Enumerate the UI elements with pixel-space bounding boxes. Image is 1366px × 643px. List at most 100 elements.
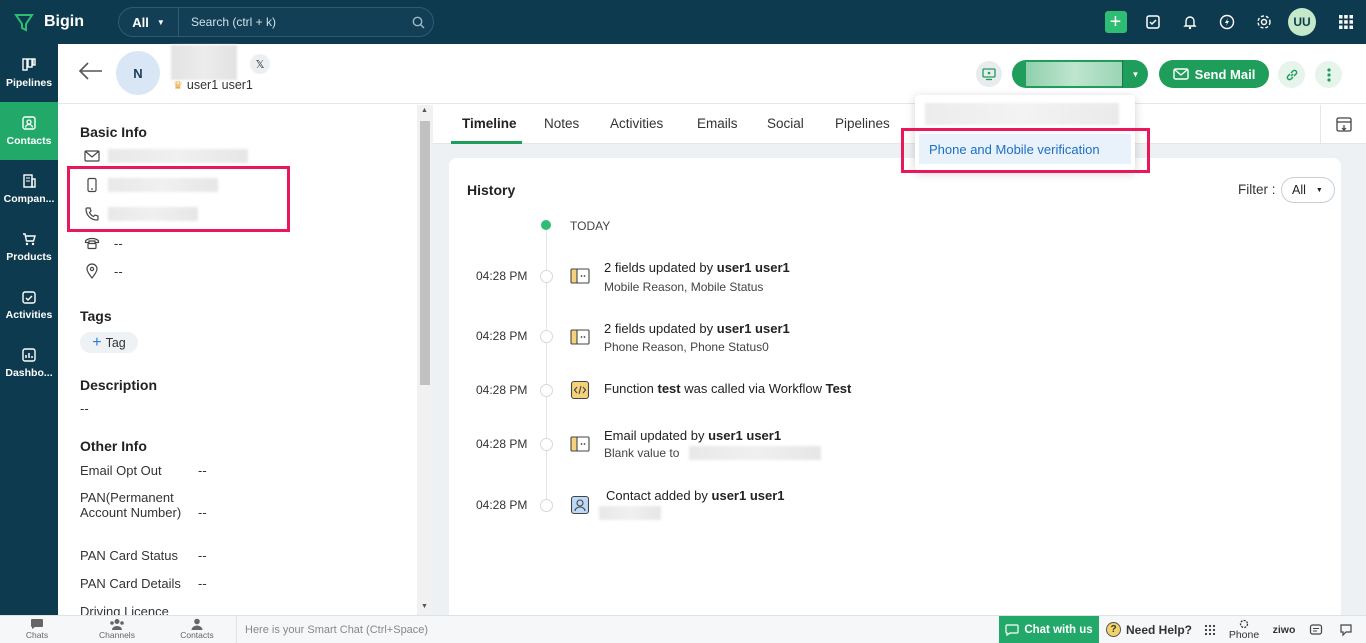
contacts-chat-button[interactable]: Contacts bbox=[167, 618, 227, 640]
contacts-icon bbox=[22, 116, 36, 130]
owner-name: user1 user1 bbox=[186, 78, 253, 92]
send-mail-button[interactable]: Send Mail bbox=[1159, 60, 1269, 88]
entry-text: 2 fields updated by user1 user1 bbox=[604, 260, 790, 275]
more-options-button[interactable] bbox=[1315, 61, 1342, 88]
customize-tabs-button[interactable] bbox=[1320, 105, 1366, 144]
field-update-icon bbox=[569, 326, 591, 348]
tab-timeline[interactable]: Timeline bbox=[462, 116, 517, 131]
scrollbar-thumb[interactable] bbox=[420, 121, 430, 385]
link-icon bbox=[1286, 69, 1297, 80]
top-right-actions: + UU bbox=[1097, 0, 1366, 44]
chat-bubble-icon bbox=[31, 619, 43, 629]
entry-text: Contact added by user1 user1 bbox=[606, 488, 785, 503]
contacts-label: Contacts bbox=[180, 630, 214, 640]
global-search: All ▼ bbox=[118, 7, 434, 37]
notifications-button[interactable] bbox=[1171, 0, 1208, 44]
tab-notes[interactable]: Notes bbox=[544, 116, 579, 131]
timeline-panel: Timeline Notes Activities Emails Social … bbox=[433, 105, 1366, 628]
record-avatar[interactable]: N bbox=[116, 51, 160, 95]
vertical-dots-icon bbox=[1326, 67, 1331, 82]
record-header: N 𝕏 ♛ user1 user1 ▼ Send Mail bbox=[58, 44, 1366, 104]
nav-item-products[interactable]: Products bbox=[0, 218, 58, 276]
phone-button[interactable]: Phone bbox=[1225, 616, 1263, 643]
monitor-icon bbox=[982, 68, 996, 81]
entry-user: user1 user1 bbox=[716, 321, 790, 336]
link-button[interactable] bbox=[1278, 61, 1305, 88]
send-mail-label: Send Mail bbox=[1194, 66, 1256, 82]
tab-activities[interactable]: Activities bbox=[610, 116, 663, 131]
entry-text-part: Function bbox=[604, 381, 658, 396]
description-value: -- bbox=[80, 401, 89, 416]
dashboards-icon bbox=[22, 348, 36, 362]
smart-chat-input[interactable]: Here is your Smart Chat (Ctrl+Space) bbox=[236, 616, 999, 643]
phone-label: Phone bbox=[1228, 628, 1260, 641]
question-icon: ? bbox=[1106, 622, 1121, 637]
nav-item-dashboards[interactable]: Dashbo... bbox=[0, 334, 58, 392]
user-avatar[interactable]: UU bbox=[1288, 8, 1316, 36]
chats-button[interactable]: Chats bbox=[7, 618, 67, 640]
email-row bbox=[84, 146, 248, 166]
left-nav: Pipelines Contacts Compan... Products Ac… bbox=[0, 44, 58, 615]
address-row: -- bbox=[84, 261, 123, 281]
record-owner: ♛ user1 user1 bbox=[173, 78, 253, 92]
bottom-bar: Chats Channels Contacts Here is your Sma… bbox=[0, 615, 1366, 643]
entry-text: Function test was called via Workflow Te… bbox=[604, 381, 851, 396]
ziwo-button[interactable]: ziwo bbox=[1268, 616, 1300, 643]
action-button-redacted[interactable] bbox=[1026, 62, 1122, 86]
plus-icon: + bbox=[92, 333, 102, 351]
tab-social[interactable]: Social bbox=[767, 116, 804, 131]
contact-card-icon bbox=[569, 494, 591, 516]
nav-item-contacts[interactable]: Contacts bbox=[0, 102, 58, 160]
search-input[interactable] bbox=[179, 15, 403, 29]
details-scrollbar[interactable]: ▲ ▼ bbox=[417, 105, 433, 615]
tags-title: Tags bbox=[80, 308, 112, 324]
chevron-down-icon[interactable]: ▼ bbox=[1122, 60, 1148, 88]
need-help-button[interactable]: ? Need Help? bbox=[1106, 616, 1192, 643]
add-tag-button[interactable]: + Tag bbox=[80, 332, 138, 353]
announcement-icon[interactable] bbox=[1305, 616, 1327, 643]
description-title: Description bbox=[80, 377, 158, 393]
nav-item-companies[interactable]: Compan... bbox=[0, 160, 58, 218]
quick-create-button[interactable]: + bbox=[1097, 0, 1134, 44]
entry-subtext: Phone Reason, Phone Status0 bbox=[604, 340, 769, 354]
feedback-icon[interactable] bbox=[1335, 616, 1357, 643]
x-social-icon[interactable]: 𝕏 bbox=[250, 54, 270, 74]
chat-with-us-button[interactable]: Chat with us bbox=[999, 616, 1099, 643]
action-split-button[interactable]: ▼ bbox=[1012, 60, 1148, 88]
upgrade-button[interactable] bbox=[1208, 0, 1245, 44]
tab-emails[interactable]: Emails bbox=[697, 116, 738, 131]
history-filter-select[interactable]: All ▼ bbox=[1281, 177, 1335, 203]
other-info-label: PAN(Permanent Account Number) bbox=[80, 490, 182, 520]
entry-time: 04:28 PM bbox=[476, 498, 528, 512]
tasks-button[interactable] bbox=[1134, 0, 1171, 44]
dropdown-item-redacted[interactable] bbox=[925, 103, 1119, 125]
products-icon bbox=[23, 233, 36, 246]
chevron-down-icon: ▼ bbox=[156, 17, 165, 27]
mail-icon bbox=[1172, 68, 1189, 80]
channels-button[interactable]: Channels bbox=[87, 618, 147, 640]
entry-user: user1 user1 bbox=[711, 488, 785, 503]
contact-name-redacted bbox=[599, 506, 661, 520]
back-arrow-icon[interactable] bbox=[78, 62, 104, 83]
screen-share-button[interactable] bbox=[976, 61, 1002, 87]
nav-label: Pipelines bbox=[5, 77, 53, 89]
timeline-dot bbox=[540, 438, 553, 451]
dialpad-icon[interactable] bbox=[1200, 616, 1220, 643]
tab-pipelines[interactable]: Pipelines bbox=[835, 116, 890, 131]
nav-item-activities[interactable]: Activities bbox=[0, 276, 58, 334]
scroll-up-icon[interactable]: ▲ bbox=[421, 107, 428, 114]
entry-text-part: Email updated by bbox=[604, 428, 709, 443]
bigin-logo-icon bbox=[14, 14, 34, 32]
nav-item-pipelines[interactable]: Pipelines bbox=[0, 44, 58, 102]
settings-button[interactable] bbox=[1245, 0, 1282, 44]
scroll-down-icon[interactable]: ▼ bbox=[421, 603, 428, 610]
entry-user: user1 user1 bbox=[716, 260, 790, 275]
nav-label: Compan... bbox=[3, 193, 55, 205]
apps-grid-icon[interactable] bbox=[1326, 0, 1366, 44]
app-logo[interactable]: Bigin bbox=[0, 12, 118, 32]
nav-label: Dashbo... bbox=[5, 367, 53, 379]
search-scope-select[interactable]: All ▼ bbox=[119, 8, 179, 36]
search-icon[interactable] bbox=[403, 16, 433, 29]
entry-function-name: test bbox=[657, 381, 681, 396]
need-help-label: Need Help? bbox=[1126, 622, 1193, 637]
